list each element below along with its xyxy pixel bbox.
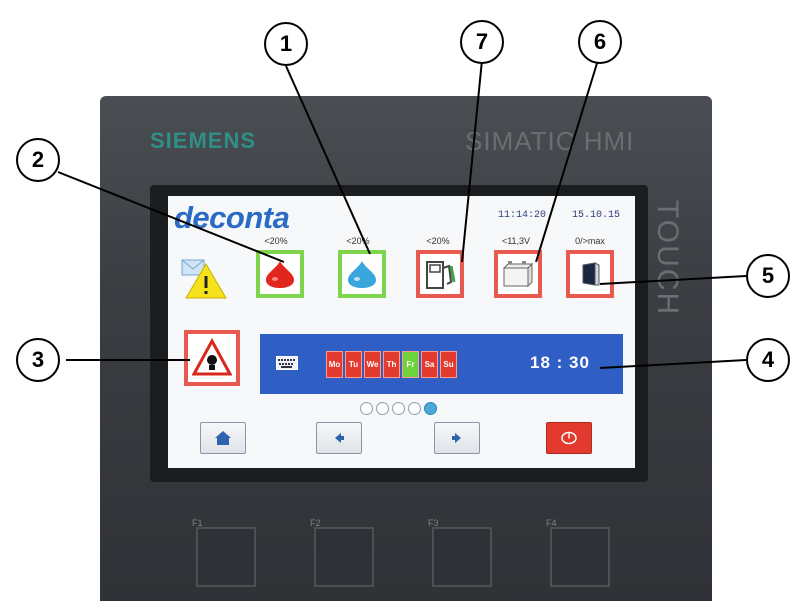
callout-lines — [57, 59, 747, 369]
callout-2: 2 — [16, 138, 60, 182]
callout-6: 6 — [578, 20, 622, 64]
callout-3: 3 — [16, 338, 60, 382]
callout-7: 7 — [460, 20, 504, 64]
callout-4: 4 — [746, 338, 790, 382]
callout-1: 1 — [264, 22, 308, 66]
callout-5: 5 — [746, 254, 790, 298]
